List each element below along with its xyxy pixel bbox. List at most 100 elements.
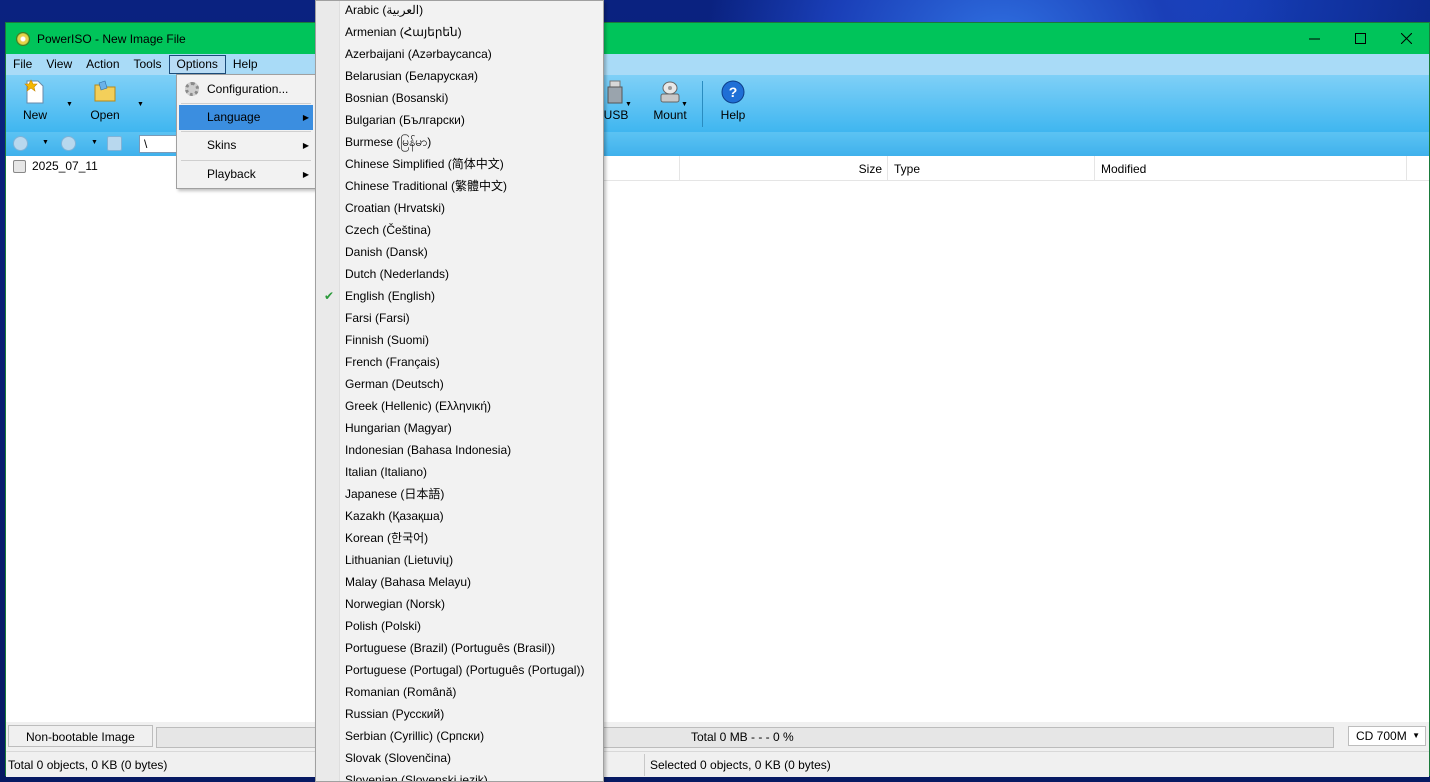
chevron-down-icon: ▼ (1412, 731, 1420, 740)
column-modified[interactable]: Modified (1095, 156, 1407, 181)
menu-item-configuration[interactable]: Configuration... (179, 77, 313, 102)
window-title: PowerISO - New Image File (37, 31, 186, 46)
new-button[interactable]: New (10, 79, 60, 122)
disc-image-icon (13, 159, 26, 173)
language-item[interactable]: Italian (Italiano) (345, 461, 427, 483)
window-controls (1291, 23, 1429, 54)
language-item[interactable]: Azerbaijani (Azərbaycanca) (345, 43, 492, 65)
toolbar-separator (702, 81, 703, 127)
language-item[interactable]: Norwegian (Norsk) (345, 593, 445, 615)
language-item[interactable]: Malay (Bahasa Melayu) (345, 571, 471, 593)
minimize-icon (1308, 38, 1320, 40)
language-item[interactable]: Farsi (Farsi) (345, 307, 410, 329)
language-item[interactable]: Portuguese (Brazil) (Português (Brasil)) (345, 637, 555, 659)
new-file-icon (24, 79, 44, 104)
help-label: Help (720, 108, 746, 122)
gear-icon (185, 82, 199, 96)
open-dropdown-arrow[interactable]: ▼ (137, 101, 144, 108)
mount-drive-icon (660, 81, 680, 103)
language-item[interactable]: Indonesian (Bahasa Indonesia) (345, 439, 511, 461)
language-item[interactable]: Belarusian (Беларуская) (345, 65, 478, 87)
language-item[interactable]: German (Deutsch) (345, 373, 444, 395)
menu-item-playback[interactable]: Playback ▶ (179, 162, 313, 187)
language-item[interactable]: Slovak (Slovenčina) (345, 747, 451, 769)
language-label: Language (207, 110, 261, 124)
total-objects-status: Total 0 objects, 0 KB (0 bytes) (8, 758, 168, 772)
help-icon: ? (721, 80, 745, 104)
tree-root-node[interactable]: 2025_07_11 (13, 159, 98, 173)
close-button[interactable] (1383, 23, 1429, 54)
submenu-arrow-icon: ▶ (302, 141, 309, 150)
minimize-button[interactable] (1291, 23, 1337, 54)
language-item[interactable]: Burmese (မြန်မာ) (345, 131, 431, 153)
menu-view[interactable]: View (39, 55, 79, 74)
language-item[interactable]: Slovenian (Slovenski jezik) (345, 769, 488, 781)
svg-text:?: ? (729, 84, 738, 100)
language-submenu: Arabic (العربية) Armenian (Հայերեն) Azerba… (315, 0, 604, 782)
language-item[interactable]: Portuguese (Portugal) (Português (Portug… (345, 659, 584, 681)
language-item[interactable]: Danish (Dansk) (345, 241, 428, 263)
usb-label: USB (603, 108, 629, 122)
language-item[interactable]: Polish (Polski) (345, 615, 421, 637)
open-label: Open (90, 108, 120, 122)
skins-label: Skins (207, 138, 237, 152)
language-item[interactable]: Japanese (日本語) (345, 483, 444, 505)
menu-file[interactable]: File (6, 55, 39, 74)
language-item[interactable]: Dutch (Nederlands) (345, 263, 449, 285)
language-item[interactable]: Chinese Simplified (简体中文) (345, 153, 504, 175)
language-item[interactable]: Croatian (Hrvatski) (345, 197, 445, 219)
status-bar: Total 0 objects, 0 KB (0 bytes) Selected… (6, 751, 1429, 777)
new-dropdown-arrow[interactable]: ▼ (66, 101, 73, 108)
maximize-button[interactable] (1337, 23, 1383, 54)
language-item[interactable]: Serbian (Cyrillic) (Српски) (345, 725, 484, 747)
close-icon (1400, 33, 1412, 44)
column-size[interactable]: Size (680, 156, 888, 181)
help-button[interactable]: ? Help (708, 79, 758, 122)
language-item[interactable]: Lithuanian (Lietuvių) (345, 549, 453, 571)
submenu-arrow-icon: ▶ (302, 113, 309, 122)
media-size-select[interactable]: CD 700M ▼ (1348, 726, 1426, 746)
language-item[interactable]: Hungarian (Magyar) (345, 417, 452, 439)
menu-item-language[interactable]: Language ▶ (179, 105, 313, 130)
menu-tools[interactable]: Tools (127, 55, 169, 74)
forward-button[interactable] (61, 136, 76, 151)
status-divider (644, 754, 645, 776)
language-item[interactable]: Romanian (Română) (345, 681, 456, 703)
options-menu: Configuration... Language ▶ Skins ▶ Play… (176, 74, 316, 189)
back-dropdown-arrow[interactable]: ▼ (42, 139, 49, 146)
language-item[interactable]: French (Français) (345, 351, 440, 373)
language-item[interactable]: Arabic (العربية) (345, 1, 423, 21)
up-folder-button[interactable] (107, 136, 122, 151)
column-type[interactable]: Type (888, 156, 1095, 181)
open-folder-icon (94, 80, 116, 102)
language-item[interactable]: Bulgarian (Български) (345, 109, 465, 131)
language-item[interactable]: English (English) (345, 285, 435, 307)
menu-options[interactable]: Options (168, 55, 226, 74)
language-item[interactable]: Chinese Traditional (繁體中文) (345, 175, 507, 197)
language-item[interactable]: Korean (한국어) (345, 527, 428, 549)
language-item[interactable]: Czech (Čeština) (345, 219, 431, 241)
language-item[interactable]: Greek (Hellenic) (Ελληνική) (345, 395, 491, 417)
language-item[interactable]: Finnish (Suomi) (345, 329, 429, 351)
language-item[interactable]: Armenian (Հայերեն) (345, 21, 462, 43)
selected-objects-status: Selected 0 objects, 0 KB (0 bytes) (650, 758, 831, 772)
language-item[interactable]: Russian (Русский) (345, 703, 444, 725)
mount-label: Mount (653, 108, 687, 122)
open-button[interactable]: Open (80, 79, 130, 122)
menu-action[interactable]: Action (79, 55, 126, 74)
media-size-value: CD 700M (1356, 729, 1407, 743)
language-item[interactable]: Kazakh (Қазақша) (345, 505, 444, 527)
capacity-text: Total 0 MB - - - 0 % (691, 730, 794, 744)
language-item[interactable]: Bosnian (Bosanski) (345, 87, 448, 109)
menu-item-skins[interactable]: Skins ▶ (179, 133, 313, 158)
back-button[interactable] (13, 136, 28, 151)
menu-gutter (316, 1, 340, 781)
capacity-bar: Non-bootable Image Total 0 MB - - - 0 % … (6, 722, 1429, 751)
checkmark-icon: ✔ (324, 289, 335, 303)
bootable-status: Non-bootable Image (8, 725, 153, 747)
usb-dropdown-arrow[interactable]: ▼ (625, 101, 632, 108)
menu-bar: File View Action Tools Options Help (6, 54, 1429, 75)
forward-dropdown-arrow[interactable]: ▼ (91, 139, 98, 146)
menu-help[interactable]: Help (226, 55, 265, 74)
mount-dropdown-arrow[interactable]: ▼ (681, 101, 688, 108)
